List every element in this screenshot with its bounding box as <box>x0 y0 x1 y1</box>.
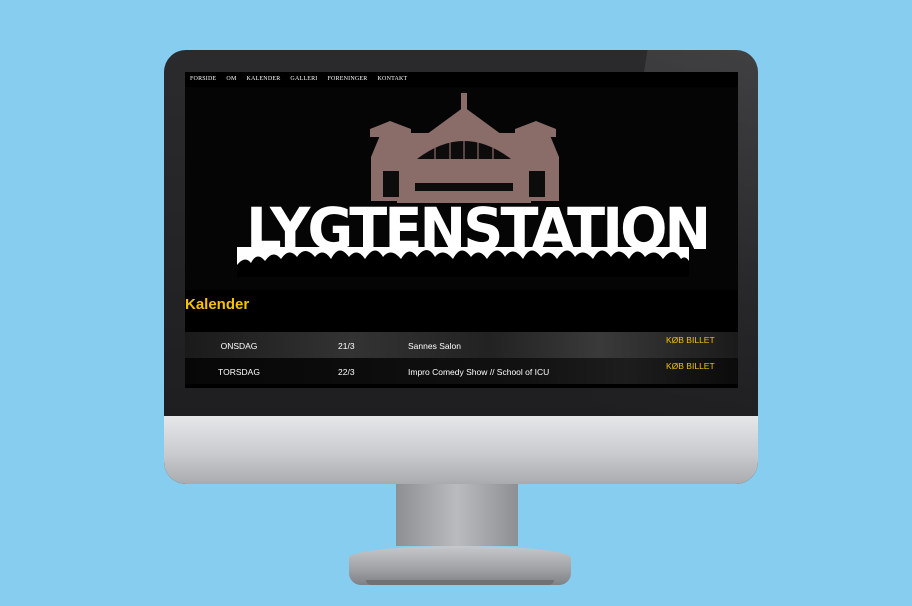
monitor-neck <box>396 484 518 546</box>
event-title: Sannes Salon <box>408 341 461 351</box>
nav-item-kontakt[interactable]: KONTAKT <box>373 72 413 87</box>
main-nav: FORSIDE OM KALENDER GALLERI FORENINGER K… <box>185 72 413 87</box>
logo-text: LYGTENSTATION <box>246 195 711 263</box>
buy-ticket-link[interactable]: KØB BILLET <box>666 361 715 371</box>
event-row[interactable]: ONSDAG 21/3 Sannes Salon KØB BILLET <box>185 332 738 358</box>
buy-ticket-link[interactable]: KØB BILLET <box>666 335 715 345</box>
calendar-section: Kalender ONSDAG 21/3 Sannes Salon KØB BI… <box>185 290 738 388</box>
monitor: FORSIDE OM KALENDER GALLERI FORENINGER K… <box>164 50 758 484</box>
monitor-base-edge <box>366 580 554 585</box>
event-day: ONSDAG <box>220 341 258 351</box>
screen: FORSIDE OM KALENDER GALLERI FORENINGER K… <box>185 72 738 388</box>
event-row[interactable]: TORSDAG 22/3 Impro Comedy Show // School… <box>185 358 738 384</box>
event-date: 22/3 <box>338 367 355 377</box>
calendar-heading: Kalender <box>185 296 250 313</box>
nav-item-kalender[interactable]: KALENDER <box>241 72 285 87</box>
nav-item-foreninger[interactable]: FORENINGER <box>322 72 372 87</box>
event-day: TORSDAG <box>218 367 260 377</box>
nav-item-om[interactable]: OM <box>221 72 241 87</box>
event-title: Impro Comedy Show // School of ICU <box>408 367 550 377</box>
monitor-chin <box>164 416 758 484</box>
event-date: 21/3 <box>338 341 355 351</box>
nav-item-forside[interactable]: FORSIDE <box>185 72 221 87</box>
header-banner: LYGTENSTATION <box>185 87 738 290</box>
nav-item-galleri[interactable]: GALLERI <box>285 72 322 87</box>
